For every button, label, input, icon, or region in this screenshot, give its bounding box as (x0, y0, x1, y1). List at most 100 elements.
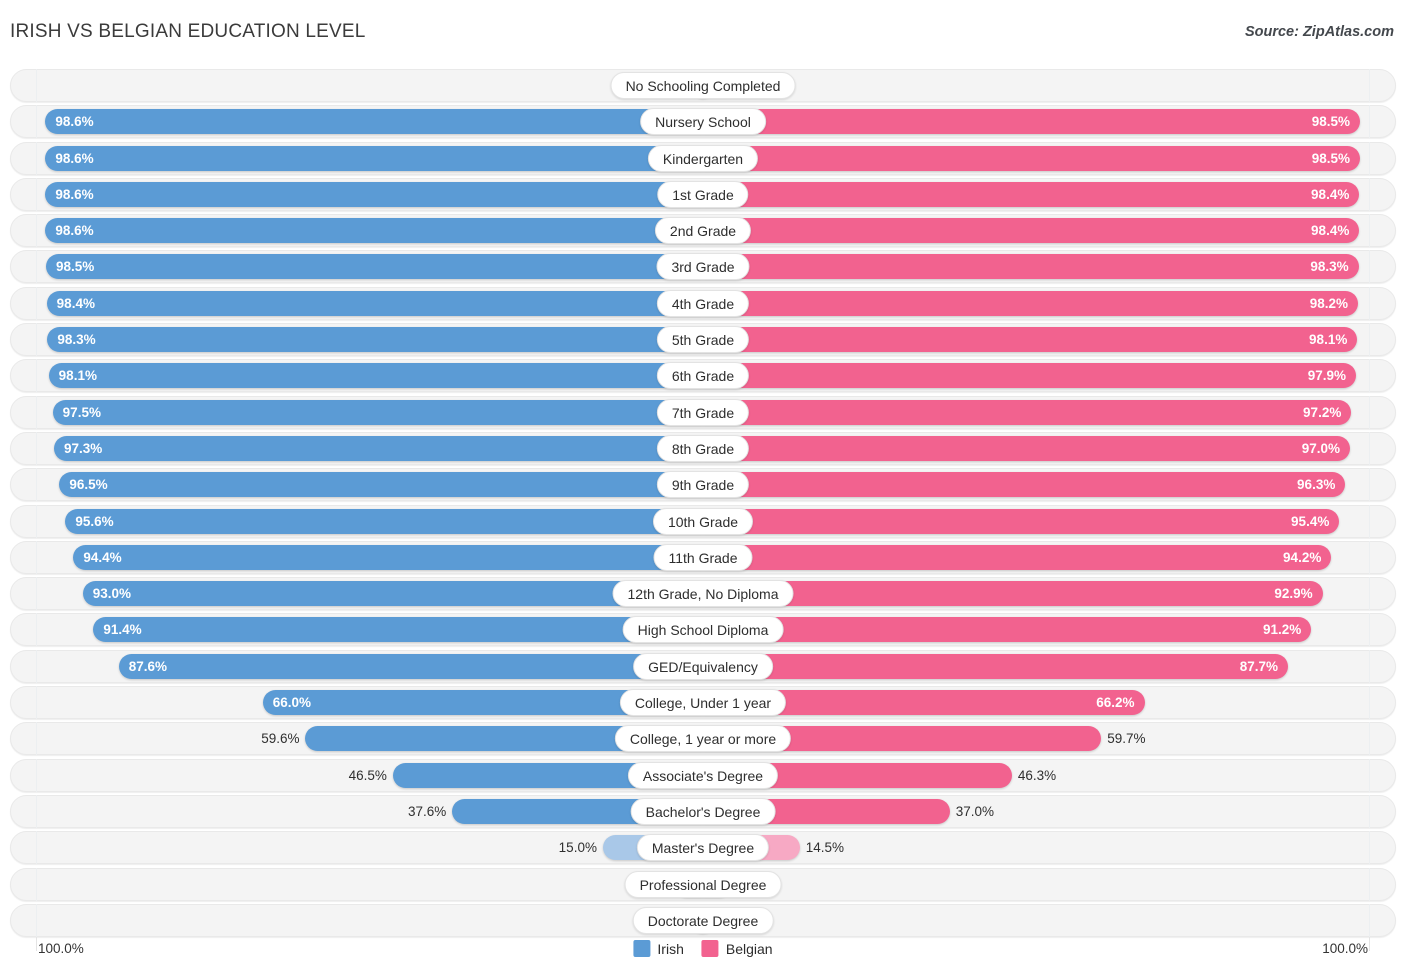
value-label-irish: 98.6% (55, 114, 94, 130)
bar-row: 1.9%1.8%Doctorate Degree (0, 903, 1406, 937)
guide-line-left (36, 794, 37, 828)
bar-belgian (703, 472, 1346, 498)
bar-irish (73, 544, 703, 570)
bar-belgian (703, 363, 1356, 389)
guide-line-left (36, 105, 37, 139)
bar-belgian (703, 399, 1352, 425)
bar-irish (82, 581, 703, 607)
bar-irish (54, 435, 703, 461)
category-label: College, 1 year or more (614, 725, 792, 753)
guide-line-left (36, 758, 37, 792)
bar-irish (45, 145, 703, 171)
value-label-irish: 98.6% (55, 186, 94, 202)
guide-line-left (36, 431, 37, 465)
legend-item[interactable]: Belgian (701, 940, 773, 957)
guide-line-left (36, 141, 37, 175)
bar-row: 4.4%4.3%Professional Degree (0, 867, 1406, 901)
guide-line-right (1369, 903, 1370, 937)
guide-line-right (1369, 540, 1370, 574)
guide-line-left (36, 323, 37, 357)
guide-line-left (36, 395, 37, 429)
legend-swatch-icon (701, 940, 719, 957)
value-label-irish: 98.6% (55, 223, 94, 239)
value-label-belgian: 97.0% (1301, 440, 1340, 456)
bar-belgian (703, 544, 1332, 570)
guide-line-left (36, 504, 37, 538)
bar-belgian (703, 145, 1360, 171)
bar-irish (48, 363, 703, 389)
value-label-irish: 46.5% (348, 767, 387, 783)
value-label-belgian: 59.7% (1107, 731, 1146, 747)
guide-line-left (36, 613, 37, 647)
guide-line-right (1369, 613, 1370, 647)
category-label: Professional Degree (624, 870, 782, 898)
guide-line-right (1369, 758, 1370, 792)
guide-line-right (1369, 286, 1370, 320)
chart-page: IRISH VS BELGIAN EDUCATION LEVEL Source:… (0, 0, 1406, 975)
axis-label-right: 100.0% (1322, 941, 1368, 956)
bar-irish (47, 327, 703, 353)
category-label: 3rd Grade (656, 253, 750, 281)
chart-legend: Irish Belgian (633, 940, 773, 957)
bar-irish (45, 218, 703, 244)
value-label-irish: 98.3% (57, 332, 96, 348)
category-label: Kindergarten (647, 144, 759, 172)
value-label-belgian: 95.4% (1291, 513, 1330, 529)
bar-row: 98.6% 98.5% Nursery School (0, 105, 1406, 139)
value-label-belgian: 98.5% (1311, 114, 1350, 130)
category-label: 9th Grade (656, 471, 750, 499)
value-label-belgian: 98.3% (1310, 259, 1349, 275)
value-label-belgian: 98.4% (1311, 186, 1350, 202)
guide-line-right (1369, 431, 1370, 465)
category-label: 11th Grade (653, 543, 753, 571)
category-label: 8th Grade (656, 434, 750, 462)
bar-belgian (703, 290, 1358, 316)
bar-row: 66.0% 66.2% College, Under 1 year (0, 686, 1406, 720)
bar-belgian (703, 109, 1360, 135)
chart-footer: 100.0% 100.0% Irish Belgian (0, 937, 1406, 975)
bar-irish (45, 181, 703, 207)
guide-line-right (1369, 577, 1370, 611)
value-label-belgian: 98.1% (1309, 332, 1348, 348)
category-label: 10th Grade (652, 507, 754, 535)
bar-row: 98.4% 98.2% 4th Grade (0, 286, 1406, 320)
page-title: IRISH VS BELGIAN EDUCATION LEVEL (10, 21, 366, 42)
legend-swatch-icon (633, 940, 651, 957)
value-label-belgian: 91.2% (1263, 622, 1302, 638)
guide-line-left (36, 649, 37, 683)
category-label: 5th Grade (656, 326, 750, 354)
value-label-irish: 37.6% (407, 803, 447, 819)
bar-irish (59, 472, 703, 498)
guide-line-left (36, 359, 37, 393)
bar-row: 15.0% 14.5% Master's Degree (0, 831, 1406, 865)
guide-line-left (36, 177, 37, 211)
guide-line-right (1369, 794, 1370, 828)
value-label-irish: 98.4% (56, 295, 95, 311)
guide-line-right (1369, 504, 1370, 538)
axis-tick-left (36, 937, 37, 951)
bar-row: 98.6% 98.4% 1st Grade (0, 177, 1406, 211)
legend-item[interactable]: Irish (633, 940, 684, 957)
value-label-irish: 97.3% (64, 440, 103, 456)
bar-row: 1.4%1.6%No Schooling Completed (0, 69, 1406, 102)
category-label: 7th Grade (656, 398, 750, 426)
bar-irish (65, 508, 703, 534)
guide-line-left (36, 831, 37, 865)
bar-irish (45, 109, 703, 135)
category-label: 1st Grade (657, 180, 749, 208)
category-label: Nursery School (640, 108, 766, 136)
legend-label: Irish (657, 940, 684, 957)
value-label-belgian: 98.4% (1311, 223, 1350, 239)
value-label-belgian: 94.2% (1283, 549, 1322, 565)
bar-row: 95.6% 95.4% 10th Grade (0, 504, 1406, 538)
guide-line-left (36, 69, 37, 102)
bar-row: 96.5% 96.3% 9th Grade (0, 468, 1406, 502)
bar-irish (46, 254, 703, 280)
category-label: 6th Grade (656, 362, 750, 390)
guide-line-right (1369, 686, 1370, 720)
guide-line-right (1369, 141, 1370, 175)
category-label: Bachelor's Degree (630, 797, 776, 825)
bar-row: 87.6% 87.7% GED/Equivalency (0, 649, 1406, 683)
value-label-irish: 96.5% (69, 477, 108, 493)
guide-line-left (36, 686, 37, 720)
